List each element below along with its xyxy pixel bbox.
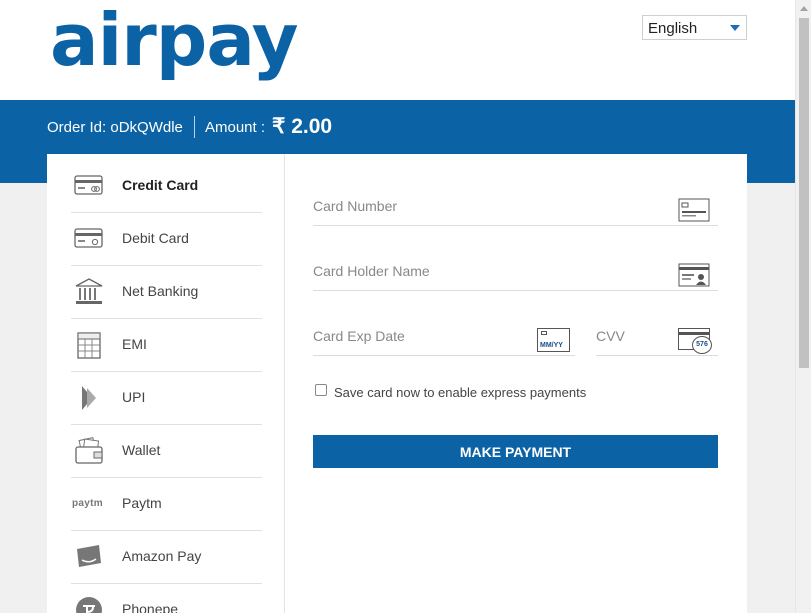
- upi-icon: [82, 386, 96, 410]
- card-exp-date-field[interactable]: Card Exp Date MM/YY: [313, 314, 575, 356]
- card-holder-icon: [678, 263, 710, 287]
- header: airpay English: [0, 0, 795, 100]
- calculator-icon: [77, 332, 101, 359]
- sidebar-item-label: Amazon Pay: [122, 548, 202, 564]
- calendar-card-icon: MM/YY: [537, 328, 570, 352]
- sidebar-item-label: Credit Card: [122, 177, 199, 193]
- airpay-logo: airpay: [50, 0, 299, 82]
- wallet-icon: [75, 437, 103, 464]
- amount-value: ₹ 2.00: [272, 115, 333, 138]
- paytm-icon: paytm: [72, 498, 103, 509]
- card-holder-name-placeholder: Card Holder Name: [313, 263, 430, 279]
- language-select[interactable]: English: [642, 15, 747, 40]
- scroll-up-arrow-icon[interactable]: [800, 6, 808, 11]
- phonepe-icon: [76, 597, 102, 613]
- credit-card-form: Card Number Card Holder Name Card Exp Da…: [313, 154, 718, 613]
- sidebar-item-wallet[interactable]: Wallet: [71, 425, 262, 478]
- cvv-digits: 576: [692, 336, 712, 354]
- card-number-icon: [678, 198, 710, 222]
- scrollbar-thumb[interactable]: [799, 18, 809, 368]
- order-id-value: oDkQWdle: [110, 119, 183, 136]
- payment-panel: Credit Card Debit Card Net Banking EMI U…: [47, 154, 747, 613]
- sidebar-item-label: Debit Card: [122, 230, 189, 246]
- sidebar-item-upi[interactable]: UPI: [71, 372, 262, 425]
- card-exp-date-placeholder: Card Exp Date: [313, 328, 405, 344]
- amount-label: Amount :: [205, 119, 266, 136]
- sidebar-item-label: Wallet: [122, 442, 161, 458]
- make-payment-button[interactable]: MAKE PAYMENT: [313, 435, 718, 468]
- card-holder-name-field[interactable]: Card Holder Name: [313, 249, 718, 291]
- sidebar-item-amazon-pay[interactable]: Amazon Pay: [71, 531, 262, 584]
- divider: [194, 116, 195, 138]
- sidebar-item-emi[interactable]: EMI: [71, 319, 262, 372]
- save-card-checkbox[interactable]: [315, 384, 327, 396]
- language-selected: English: [648, 20, 698, 37]
- save-card-label: Save card now to enable express payments: [334, 385, 587, 400]
- card-number-placeholder: Card Number: [313, 198, 398, 214]
- sidebar-item-debit-card[interactable]: Debit Card: [71, 213, 262, 266]
- sidebar-item-label: UPI: [122, 389, 146, 405]
- cvv-placeholder: CVV: [596, 328, 625, 344]
- vertical-scrollbar[interactable]: [795, 0, 811, 613]
- sidebar-item-phonepe[interactable]: Phonepe: [71, 584, 262, 613]
- sidebar-item-credit-card[interactable]: Credit Card: [71, 160, 262, 213]
- debit-card-icon: [74, 228, 103, 248]
- credit-card-icon: [74, 175, 103, 195]
- card-number-field[interactable]: Card Number: [313, 184, 718, 226]
- sidebar-item-label: Phonepe: [122, 601, 179, 613]
- cvv-card-icon: 576: [678, 328, 714, 356]
- order-id: Order Id: oDkQWdle: [47, 119, 183, 136]
- order-id-label: Order Id:: [47, 119, 107, 136]
- chevron-down-icon: [730, 25, 740, 31]
- sidebar-item-label: EMI: [122, 336, 147, 352]
- bank-icon: [75, 278, 103, 304]
- sidebar-item-label: Paytm: [122, 495, 162, 511]
- amazon-pay-icon: [77, 545, 101, 567]
- sidebar-item-net-banking[interactable]: Net Banking: [71, 266, 262, 319]
- exp-format-hint: MM/YY: [540, 342, 563, 349]
- payment-method-sidebar: Credit Card Debit Card Net Banking EMI U…: [47, 154, 285, 613]
- sidebar-item-label: Net Banking: [122, 283, 199, 299]
- cvv-field[interactable]: CVV 576: [596, 314, 718, 356]
- sidebar-item-paytm[interactable]: paytm Paytm: [71, 478, 262, 531]
